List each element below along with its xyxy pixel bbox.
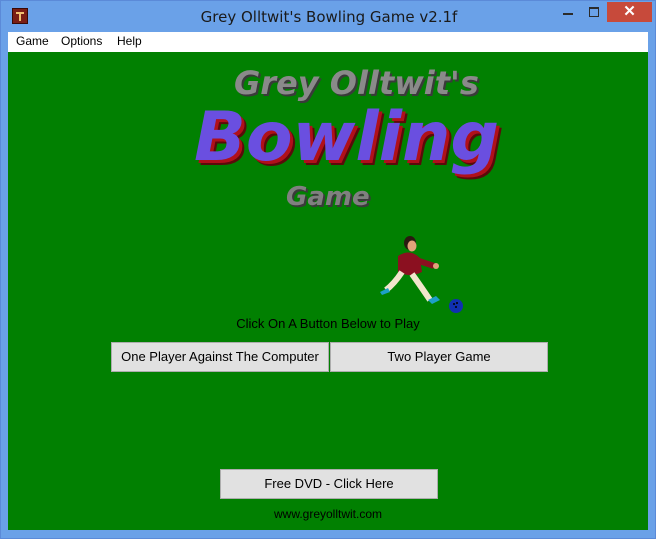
logo-title-line2: Bowling	[194, 98, 500, 177]
game-panel: Grey Olltwit's Bowling Game Click On A B…	[8, 52, 648, 530]
menu-game[interactable]: Game	[16, 34, 49, 48]
app-window: Grey Olltwit's Bowling Game v2.1f ✕ Game…	[0, 0, 656, 539]
logo-title-line1: Grey Olltwit's	[234, 64, 479, 102]
menu-bar: Game Options Help	[8, 32, 648, 52]
menu-help[interactable]: Help	[117, 34, 142, 48]
logo-title-line3: Game	[286, 182, 370, 212]
play-prompt: Click On A Button Below to Play	[236, 316, 420, 331]
menu-options[interactable]: Options	[61, 34, 102, 48]
close-icon: ✕	[623, 3, 636, 20]
minimize-icon	[563, 13, 573, 15]
maximize-button[interactable]	[581, 2, 607, 22]
maximize-icon	[589, 7, 599, 17]
website-link[interactable]: www.greyolltwit.com	[8, 507, 648, 521]
close-button[interactable]: ✕	[607, 2, 652, 22]
two-player-button[interactable]: Two Player Game	[330, 342, 548, 372]
one-player-button[interactable]: One Player Against The Computer	[111, 342, 329, 372]
bowler-illustration	[380, 236, 463, 313]
game-logo: Grey Olltwit's Bowling Game	[188, 62, 499, 222]
minimize-button[interactable]	[555, 2, 581, 22]
free-dvd-button[interactable]: Free DVD - Click Here	[220, 469, 438, 499]
title-bar[interactable]: Grey Olltwit's Bowling Game v2.1f ✕	[1, 1, 655, 32]
